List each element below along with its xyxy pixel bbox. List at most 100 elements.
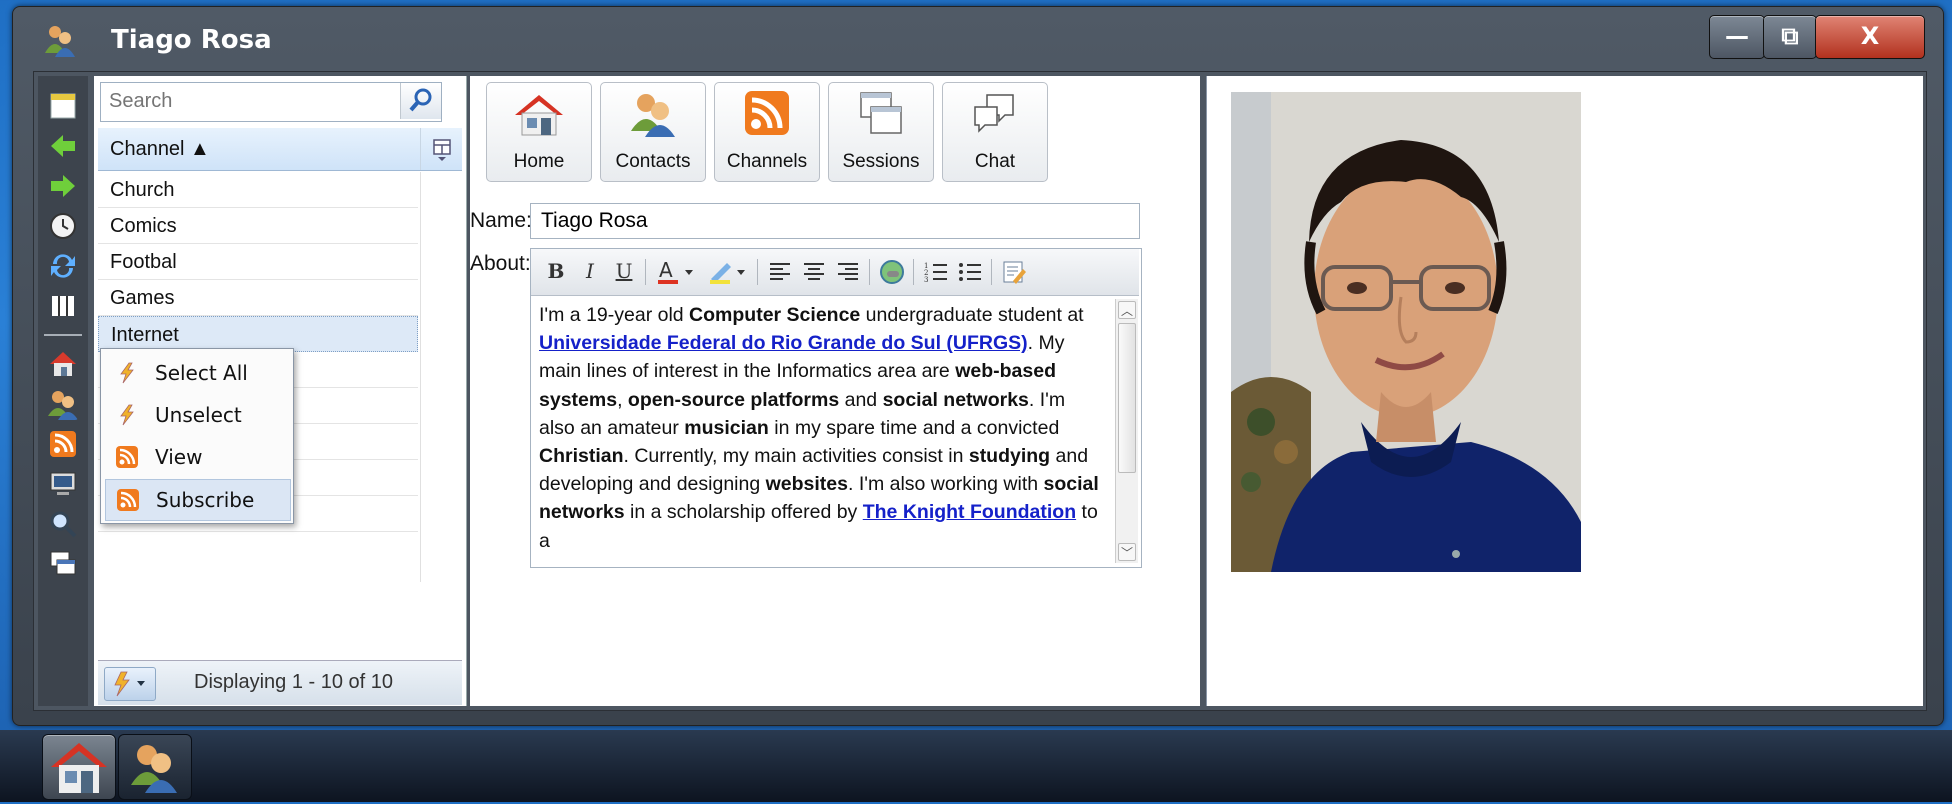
ordered-list-icon[interactable]: 123 [923,259,949,285]
chat-icon [974,94,1014,133]
taskbar [0,730,1952,802]
scroll-down-icon[interactable]: ﹀ [1118,543,1136,561]
lightning-icon [120,362,134,384]
contacts-icon [45,26,75,57]
font-color-icon[interactable]: A [655,259,699,285]
about-text-run: . I'm also working with [847,473,1044,496]
refresh-icon[interactable] [47,250,79,282]
menu-item-view[interactable]: View [105,437,289,477]
forward-arrow-icon[interactable] [47,170,79,202]
about-emphasis: studying [968,445,1051,468]
home-icon[interactable] [47,348,79,380]
left-toolbar [38,76,88,706]
svg-text:3: 3 [924,276,928,284]
new-note-icon[interactable] [47,90,79,122]
context-menu: Select All Unselect View Subscribe [100,348,294,524]
maximize-icon: ⧉ [1781,22,1799,50]
menu-item-subscribe[interactable]: Subscribe [105,479,291,521]
italic-button[interactable]: I [577,259,603,285]
contacts-icon[interactable] [47,388,79,420]
svg-text:A: A [659,259,673,282]
align-right-icon[interactable] [835,259,861,285]
list-item[interactable]: Games [98,280,418,316]
rss-icon [116,446,138,468]
nav-button-label: Channels [726,151,808,172]
underline-button[interactable]: U [611,259,637,285]
contacts-icon [131,745,177,793]
nav-button-contacts[interactable]: Contacts [600,82,706,182]
columns-icon[interactable] [47,290,79,322]
nav-button-label: Chat [974,151,1016,172]
menu-item-unselect[interactable]: Unselect [105,395,289,435]
nav-button-sessions[interactable]: Sessions [828,82,934,182]
rss-icon[interactable] [47,428,79,460]
menu-item-select-all[interactable]: Select All [105,353,289,393]
rss-icon [745,91,789,135]
scroll-thumb[interactable] [1118,323,1136,473]
about-emphasis: Christian [539,445,624,468]
nav-button-home[interactable]: Home [486,82,592,182]
about-emphasis: open-source platforms [627,388,840,411]
name-field[interactable] [530,203,1140,239]
align-center-icon[interactable] [801,259,827,285]
list-item[interactable]: Footbal [98,244,418,280]
clock-icon[interactable] [47,210,79,242]
back-arrow-icon[interactable] [47,130,79,162]
bold-button[interactable]: B [543,259,569,285]
about-text-run: . Currently, my main activities consist … [623,445,969,468]
editor-scrollbar[interactable]: ︿ ﹀ [1115,299,1138,563]
actions-dropdown-button[interactable] [104,667,156,701]
computer-icon[interactable] [47,468,79,500]
about-emphasis: musician [684,416,769,439]
toolbar-divider [757,259,758,285]
highlight-color-icon[interactable] [707,259,751,285]
taskbar-item-home[interactable] [42,734,116,800]
rss-icon [117,489,139,511]
search-button[interactable] [400,83,441,119]
toolbar-divider [44,334,82,336]
align-left-icon[interactable] [767,259,793,285]
list-item[interactable]: Comics [98,208,418,244]
contacts-icon [631,94,675,137]
column-config-button[interactable] [420,128,463,170]
about-label: About: [470,252,531,275]
about-text[interactable]: I'm a 19-year old Computer Science under… [539,301,1105,563]
about-text-run: in my spare time and a convicted [768,416,1060,439]
toolbar-divider [645,259,646,285]
lightning-icon [120,404,134,426]
maximize-button[interactable]: ⧉ [1763,15,1817,59]
list-item[interactable]: Church [98,172,418,208]
link-icon[interactable] [879,259,905,285]
about-text-run: and [839,388,883,411]
window-title: Tiago Rosa [111,25,272,55]
search-input[interactable] [101,83,409,119]
home-icon [51,743,107,793]
menu-item-label: Subscribe [156,488,255,512]
nav-button-channels[interactable]: Channels [714,82,820,182]
about-link[interactable]: Universidade Federal do Rio Grande do Su… [539,332,1028,354]
search-icon[interactable] [47,508,79,540]
app-window: Tiago Rosa — ⧉ X Search Channel ▲ Church… [12,6,1944,726]
close-icon: X [1860,22,1880,50]
nav-button-label: Contacts [615,151,691,172]
close-button[interactable]: X [1815,15,1925,59]
toolbar-divider [869,259,870,285]
minimize-button[interactable]: — [1709,15,1765,59]
scroll-up-icon[interactable]: ︿ [1118,301,1136,319]
photo-pane [1206,76,1923,706]
channel-column-header[interactable]: Channel ▲ [98,128,462,171]
about-text-run: in a scholarship offered by [624,501,863,524]
unordered-list-icon[interactable] [957,259,983,285]
window-client: Channel ▲ Church Comics Footbal Games In… [33,71,1927,711]
windows-icon[interactable] [47,548,79,580]
column-divider [420,172,421,582]
profile-photo [1231,92,1581,572]
nav-button-chat[interactable]: Chat [942,82,1048,182]
about-link[interactable]: The Knight Foundation [863,501,1076,523]
taskbar-item-contacts[interactable] [118,734,192,800]
title-bar[interactable]: Tiago Rosa — ⧉ X [13,7,1943,71]
about-text-run: undergraduate student at [860,304,1084,326]
about-emphasis: websites [765,473,848,496]
list-item-selected[interactable]: Internet [98,316,418,352]
source-edit-icon[interactable] [1001,259,1027,285]
